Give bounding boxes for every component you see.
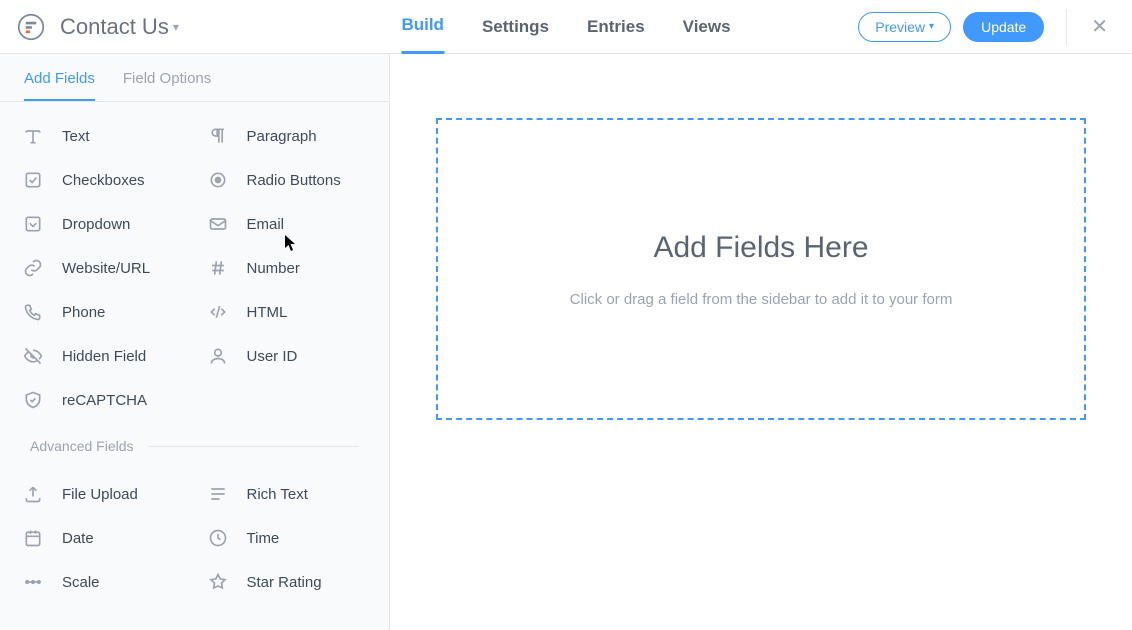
code-icon [207, 301, 229, 323]
field-hidden[interactable]: Hidden Field [10, 334, 195, 378]
field-richtext[interactable]: Rich Text [195, 472, 380, 516]
field-label: Paragraph [247, 128, 317, 145]
sidebar-tab-field-options[interactable]: Field Options [123, 70, 211, 101]
form-canvas: Add Fields Here Click or drag a field fr… [390, 54, 1132, 630]
sidebar: Add Fields Field Options Text Paragraph Ch… [0, 54, 390, 630]
tab-views[interactable]: Views [683, 0, 731, 54]
field-label: Radio Buttons [247, 172, 341, 189]
phone-icon [22, 301, 44, 323]
header-actions: Preview ▾ Update ✕ [858, 9, 1112, 45]
field-label: Email [247, 216, 285, 233]
field-label: Website/URL [62, 260, 150, 277]
field-dropdown[interactable]: Dropdown [10, 202, 195, 246]
field-label: File Upload [62, 486, 138, 503]
field-label: Dropdown [62, 216, 130, 233]
checkbox-icon [22, 169, 44, 191]
field-label: Date [62, 530, 94, 547]
tab-build[interactable]: Build [401, 0, 444, 54]
user-icon [207, 345, 229, 367]
field-user[interactable]: User ID [195, 334, 380, 378]
tab-entries[interactable]: Entries [587, 0, 645, 54]
field-shield[interactable]: reCAPTCHA [10, 378, 195, 422]
shield-icon [22, 389, 44, 411]
sidebar-tabs: Add Fields Field Options [0, 54, 389, 102]
field-label: Rich Text [247, 486, 308, 503]
app-logo [16, 12, 46, 42]
field-email[interactable]: Email [195, 202, 380, 246]
field-code[interactable]: HTML [195, 290, 380, 334]
date-icon [22, 527, 44, 549]
field-label: HTML [247, 304, 288, 321]
email-icon [207, 213, 229, 235]
top-bar: Contact Us ▾ Build Settings Entries View… [0, 0, 1132, 54]
star-icon [207, 571, 229, 593]
field-label: Hidden Field [62, 348, 146, 365]
preview-button[interactable]: Preview ▾ [858, 12, 951, 42]
field-phone[interactable]: Phone [10, 290, 195, 334]
field-date[interactable]: Date [10, 516, 195, 560]
paragraph-icon [207, 125, 229, 147]
dropzone-heading: Add Fields Here [653, 231, 868, 265]
hidden-icon [22, 345, 44, 367]
tab-settings[interactable]: Settings [482, 0, 549, 54]
advanced-fields-grid: File Upload Rich Text Date Time Scale Star Ra… [0, 454, 389, 620]
field-label: Phone [62, 304, 105, 321]
upload-icon [22, 483, 44, 505]
dropzone-hint: Click or drag a field from the sidebar t… [570, 291, 953, 308]
field-label: Number [247, 260, 300, 277]
field-scale[interactable]: Scale [10, 560, 195, 604]
link-icon [22, 257, 44, 279]
scale-icon [22, 571, 44, 593]
caret-down-icon: ▾ [929, 21, 934, 32]
field-checkbox[interactable]: Checkboxes [10, 158, 195, 202]
main-tabs: Build Settings Entries Views [401, 0, 730, 54]
field-star[interactable]: Star Rating [195, 560, 380, 604]
field-label: Checkboxes [62, 172, 145, 189]
update-button[interactable]: Update [963, 12, 1044, 42]
field-link[interactable]: Website/URL [10, 246, 195, 290]
advanced-fields-header: Advanced Fields [0, 438, 389, 454]
field-time[interactable]: Time [195, 516, 380, 560]
field-label: Scale [62, 574, 100, 591]
field-text[interactable]: Text [10, 114, 195, 158]
text-icon [22, 125, 44, 147]
divider [1066, 9, 1067, 45]
dropzone[interactable]: Add Fields Here Click or drag a field fr… [436, 118, 1086, 420]
field-upload[interactable]: File Upload [10, 472, 195, 516]
field-label: reCAPTCHA [62, 392, 147, 409]
field-label: Time [247, 530, 280, 547]
radio-icon [207, 169, 229, 191]
hash-icon [207, 257, 229, 279]
richtext-icon [207, 483, 229, 505]
caret-down-icon: ▾ [173, 20, 179, 34]
sidebar-tab-add-fields[interactable]: Add Fields [24, 70, 95, 101]
time-icon [207, 527, 229, 549]
field-paragraph[interactable]: Paragraph [195, 114, 380, 158]
close-icon[interactable]: ✕ [1087, 10, 1112, 43]
dropdown-icon [22, 213, 44, 235]
field-hash[interactable]: Number [195, 246, 380, 290]
field-label: Star Rating [247, 574, 322, 591]
field-radio[interactable]: Radio Buttons [195, 158, 380, 202]
field-label: User ID [247, 348, 298, 365]
field-label: Text [62, 128, 90, 145]
form-title-dropdown[interactable]: Contact Us ▾ [60, 14, 179, 40]
basic-fields-grid: Text Paragraph Checkboxes Radio Buttons Drop… [0, 102, 389, 438]
form-title: Contact Us [60, 14, 169, 40]
